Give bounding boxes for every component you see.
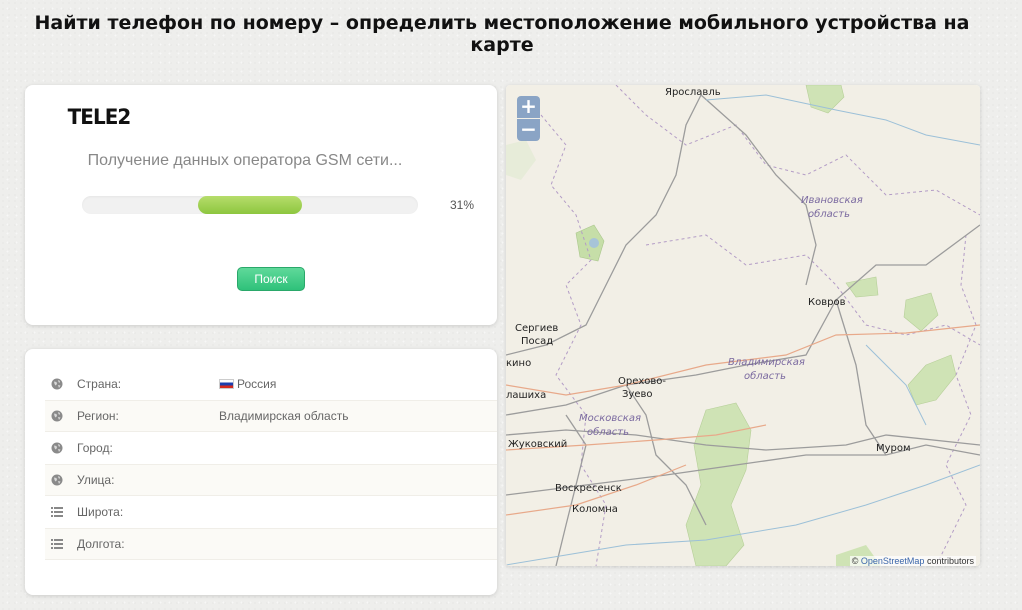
map-city-label: Зуево [622,389,653,400]
info-label: Долгота: [77,537,125,551]
map-city-label: Муром [876,443,911,454]
map-attribution: © OpenStreetMap contributors [849,556,976,566]
info-label: Город: [77,441,113,455]
map-city-label: лашиха [506,390,546,401]
map-city-label: Коломна [572,504,618,515]
map-tiles[interactable]: Ярославль Ковров Сергиев Посад Орехово- … [506,85,980,566]
info-label: Широта: [77,505,124,519]
attribution-suffix: contributors [926,556,974,566]
country-value: Россия [237,377,277,391]
map-city-label: кино [506,358,531,369]
copyright-symbol: © [851,556,859,566]
info-label: Регион: [77,409,119,423]
info-row-latitude: Широта: [45,496,497,528]
map-city-label: Воскресенск [555,483,622,494]
map-city-label: Посад [521,336,553,347]
progress-fill [198,196,302,214]
map-region-label: Владимирская [728,357,805,368]
region-value: Владимирская область [219,409,349,423]
globe-icon [51,410,63,422]
info-value: Россия [219,377,276,391]
progress-percent: 31% [450,198,475,212]
search-panel: TELE2 Получение данных оператора GSM сет… [25,85,497,325]
map-region-label: область [587,426,629,438]
map-region-label: Ивановская [801,195,863,206]
progress-bar [82,196,418,214]
page-title: Найти телефон по номеру – определить мес… [34,12,970,56]
map-city-label: Ковров [808,297,846,308]
list-icon [51,538,63,550]
location-info-panel: Страна: Россия Регион: Владимирская обла… [25,349,497,595]
info-row-region: Регион: Владимирская область [45,400,497,432]
search-button[interactable]: Поиск [237,267,305,291]
globe-icon [51,378,63,390]
zoom-in-button[interactable]: + [517,96,540,118]
map-city-label: Жуковский [508,439,567,450]
operator-logo: TELE2 [67,105,132,129]
info-label: Страна: [77,377,122,391]
info-row-city: Город: [45,432,497,464]
info-row-longitude: Долгота: [45,528,497,560]
zoom-out-button[interactable]: − [517,119,540,141]
status-text: Получение данных оператора GSM сети... [87,152,403,169]
info-label: Улица: [77,473,115,487]
globe-icon [51,474,63,486]
map[interactable]: Ярославль Ковров Сергиев Посад Орехово- … [506,85,980,566]
map-city-label: Сергиев [515,323,558,334]
map-region-label: область [808,208,850,220]
map-city-label: Ярославль [665,87,721,98]
map-city-label: Орехово- [618,376,666,387]
map-region-label: Московская [579,413,641,424]
info-row-street: Улица: [45,464,497,496]
russia-flag-icon [219,379,234,389]
list-icon [51,506,63,518]
info-row-country: Страна: Россия [45,368,497,400]
globe-icon [51,442,63,454]
osm-link[interactable]: OpenStreetMap [861,556,925,566]
map-region-label: область [744,370,786,382]
